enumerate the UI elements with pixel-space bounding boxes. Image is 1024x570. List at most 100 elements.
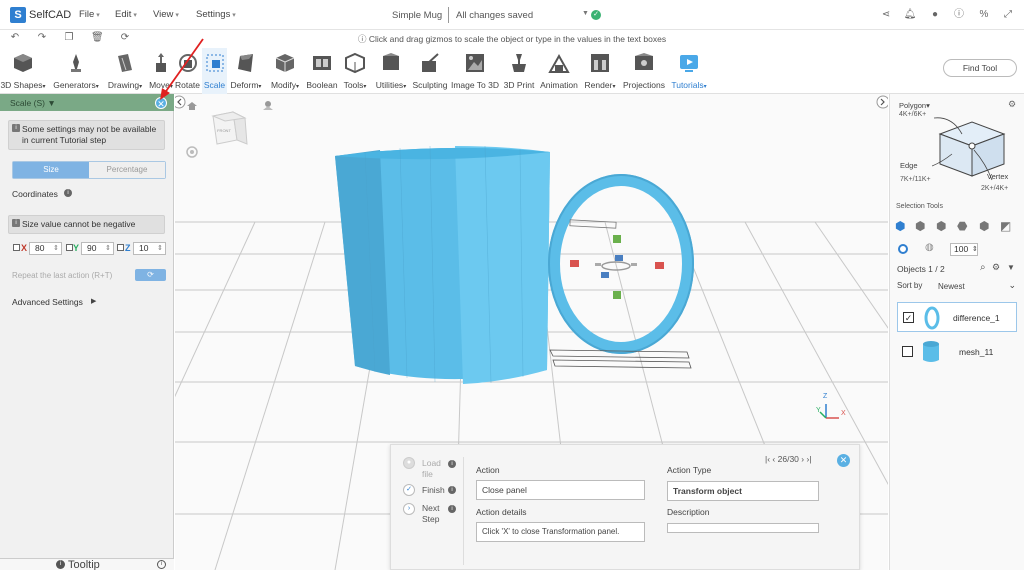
polygon-count: 4K+/6K+ [899, 111, 927, 118]
close-tutorial-icon[interactable]: ✕ [837, 454, 850, 467]
tool-modify[interactable]: Modify [267, 48, 303, 94]
objects-count: Objects 1 / 2 [897, 264, 945, 274]
save-dropdown-icon[interactable]: ▼ [582, 10, 589, 17]
axis-label-y: Y [816, 407, 821, 414]
tool-hint: ⓘ Click and drag gizmos to scale the obj… [358, 34, 667, 44]
tool-render[interactable]: Render [582, 48, 618, 94]
brush-size-stepper-icon[interactable]: ⇕ [972, 245, 978, 253]
coordinates-info-icon[interactable]: i [64, 189, 72, 197]
delete-icon[interactable]: 🗑︎ [91, 32, 104, 44]
tool-deform[interactable]: Deform [228, 48, 264, 94]
z-size-input[interactable]: 10 [133, 242, 166, 255]
menu-edit[interactable]: Edit [115, 9, 137, 20]
finish-step-check-icon: ✓ [403, 484, 415, 496]
x-size-input[interactable]: 80 [29, 242, 62, 255]
scale-panel-title[interactable]: Scale (S) ▼ [10, 98, 56, 108]
panel-settings-gear-icon[interactable]: ⚙ [1008, 99, 1016, 110]
select-box-tool-icon[interactable]: ⬢ [915, 219, 925, 233]
tutorial-panel: ● Load file i ✓ Finish i › Next Step i A… [390, 444, 860, 570]
select-invert-tool-icon[interactable]: ◩ [1000, 219, 1011, 233]
mug-body-mesh[interactable] [335, 145, 550, 384]
tool-projections[interactable]: Projections [621, 48, 667, 94]
first-step-icon[interactable]: |‹ [765, 454, 770, 464]
selfcad-logo[interactable]: S SelfCAD [10, 7, 71, 23]
menu-file[interactable]: File [79, 9, 100, 20]
axis-label-x: X [841, 410, 846, 417]
x-lock-checkbox[interactable] [13, 244, 20, 251]
z-lock-checkbox[interactable] [117, 244, 124, 251]
brush-circle-icon[interactable] [898, 244, 908, 254]
tool-boolean[interactable]: Boolean [305, 48, 339, 94]
polygon-mode-dropdown[interactable]: Polygon▾ [899, 101, 930, 110]
tool-tutorials[interactable]: Tutorials [669, 48, 709, 94]
tool-generators[interactable]: Generators [52, 48, 100, 94]
copy-icon[interactable]: ❐ [63, 32, 75, 44]
redo-icon[interactable]: ↷ [36, 32, 48, 44]
tool-utilities[interactable]: Utilities [372, 48, 410, 94]
step-next[interactable]: Next Step [422, 503, 448, 525]
brush-sphere-icon[interactable]: ◍ [925, 242, 934, 253]
find-tool-button[interactable]: Find Tool [943, 59, 1017, 77]
view-cube[interactable]: FRONT [211, 111, 248, 145]
panel-collapse-icon[interactable]: ▼ [47, 98, 55, 108]
objects-sort-dropdown-icon[interactable]: ▼ [1007, 263, 1015, 272]
edge-mode-label[interactable]: Edge [900, 161, 918, 170]
description-field [667, 523, 819, 533]
object-row-difference-1[interactable]: ✓ difference_1 [897, 302, 1017, 332]
select-cube-tool-icon[interactable]: ⬢ [895, 219, 905, 233]
select-paint-tool-icon[interactable]: ⬢ [979, 219, 989, 233]
camera-orbit-icon[interactable] [263, 101, 273, 110]
objects-settings-icon[interactable]: ⚙ [992, 262, 1000, 273]
share-icon[interactable]: ⋖ [879, 8, 893, 22]
next-step-arrow-icon: › [403, 503, 415, 515]
tool-tools[interactable]: Tools [340, 48, 370, 94]
logo-mark-icon: S [10, 7, 26, 23]
mode-size-button[interactable]: Size [13, 162, 89, 178]
coordinates-label: Coordinates [12, 189, 58, 199]
fullscreen-icon[interactable]: ⤢ [1001, 8, 1015, 22]
tool-animation[interactable]: Animation [538, 48, 580, 94]
menu-view[interactable]: View [153, 9, 179, 20]
select-grid-tool-icon[interactable]: ⬢ [936, 219, 946, 233]
sort-by-select[interactable]: Newest [938, 278, 1018, 294]
expand-arrow-icon[interactable]: ▶ [91, 297, 96, 305]
y-size-input[interactable]: 90 [81, 242, 114, 255]
step-load-file: Load file [422, 458, 441, 479]
tool-3d-print[interactable]: 3D Print [502, 48, 536, 94]
tool-sculpting[interactable]: Sculpting [411, 48, 449, 94]
modify-icon [275, 54, 295, 72]
object-row-mesh-11[interactable]: mesh_11 [897, 337, 1017, 367]
y-axis-label: Y [73, 243, 80, 253]
notification-bell-icon[interactable]: 🔔︎ [903, 8, 917, 22]
object-checkbox[interactable]: ✓ [903, 312, 914, 323]
project-name[interactable]: Simple Mug [392, 10, 442, 21]
units-icon[interactable]: % [977, 8, 991, 22]
select-sphere-tool-icon[interactable]: ⬣ [957, 219, 967, 233]
search-objects-icon[interactable]: ⌕ [980, 262, 986, 273]
last-step-icon[interactable]: ›| [807, 454, 812, 464]
menu-settings[interactable]: Settings [196, 9, 236, 20]
tool-drawing[interactable]: Drawing [105, 48, 145, 94]
collapse-right-panel-icon[interactable] [876, 95, 888, 109]
step-info-icon[interactable]: i [448, 486, 456, 494]
next-step-icon[interactable]: › [801, 454, 804, 464]
tooltip-label[interactable]: Tooltip [68, 559, 100, 570]
tooltip-toggle-icon[interactable]: i [157, 560, 166, 569]
mode-percentage-button[interactable]: Percentage [89, 162, 165, 178]
repeat-last-action-button[interactable]: ⟳ [135, 269, 166, 281]
y-lock-checkbox[interactable] [66, 244, 73, 251]
tool-3d-shapes[interactable]: 3D Shapes [0, 48, 46, 94]
object-checkbox[interactable] [902, 346, 913, 357]
step-info-icon[interactable]: i [448, 460, 456, 468]
prev-step-icon[interactable]: ‹ [772, 454, 775, 464]
info-icon[interactable]: ⓘ [952, 8, 966, 22]
vertex-mode-label[interactable]: Vertex [987, 172, 1008, 181]
user-account-icon[interactable]: ● [928, 8, 942, 22]
reset-view-icon[interactable]: ⟳ [119, 32, 131, 44]
step-info-icon[interactable]: i [448, 505, 456, 513]
target-icon[interactable] [186, 146, 198, 158]
advanced-settings-toggle[interactable]: Advanced Settings [12, 297, 83, 307]
tool-image-to-3d[interactable]: Image To 3D [450, 48, 500, 94]
scale-gizmo[interactable] [569, 219, 664, 299]
undo-icon[interactable]: ↶ [9, 32, 21, 44]
